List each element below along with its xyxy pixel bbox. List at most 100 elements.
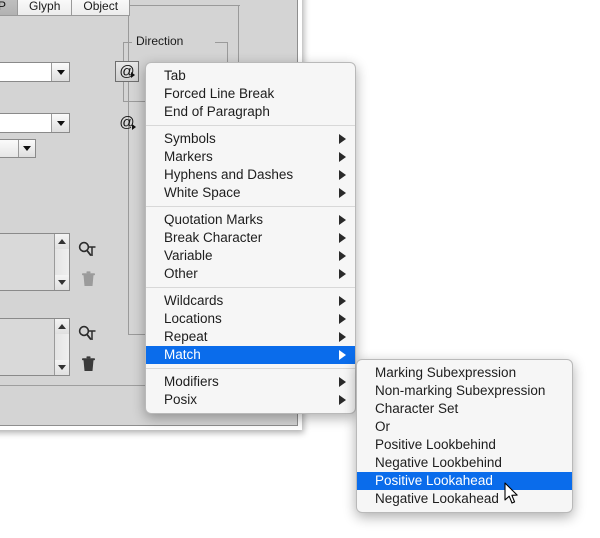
menu-item-quotation-marks[interactable]: Quotation Marks xyxy=(146,211,355,229)
menu-item-label: Symbols xyxy=(164,131,216,146)
submenu-arrow-icon xyxy=(339,269,346,279)
tab-glyph[interactable]: Glyph xyxy=(18,0,73,16)
menu-item-posix[interactable]: Posix xyxy=(146,391,355,409)
menu-item-label: Or xyxy=(375,419,390,434)
submenu-arrow-icon xyxy=(339,170,346,180)
submenu-arrow-icon xyxy=(339,134,346,144)
submenu-arrow-icon xyxy=(339,296,346,306)
menu-item-symbols[interactable]: Symbols xyxy=(146,130,355,148)
menu-item-label: White Space xyxy=(164,185,241,200)
trash-icon xyxy=(81,355,95,371)
tab-grep[interactable]: GREP xyxy=(0,0,19,16)
menu-item-label: Posix xyxy=(164,392,198,407)
submenu-arrow-icon xyxy=(339,188,346,198)
menu-item-white-space[interactable]: White Space xyxy=(146,184,355,202)
search-scope-combo[interactable] xyxy=(0,139,36,158)
menu-item-modifiers[interactable]: Modifiers xyxy=(146,373,355,391)
menu-item-label: Markers xyxy=(164,149,213,164)
submenu-arrow-icon xyxy=(339,314,346,324)
menu-item-marking-subexpression[interactable]: Marking Subexpression xyxy=(357,364,572,382)
clear-change-format-button[interactable] xyxy=(77,354,99,374)
trash-icon xyxy=(81,270,95,286)
find-format-icon xyxy=(78,241,95,256)
listbox-scrollbar[interactable] xyxy=(54,319,69,375)
submenu-arrow-icon xyxy=(339,377,346,387)
menu-separator xyxy=(146,125,355,126)
menu-item-or[interactable]: Or xyxy=(357,418,572,436)
menu-item-match[interactable]: Match xyxy=(146,346,355,364)
menu-item-markers[interactable]: Markers xyxy=(146,148,355,166)
submenu-arrow-icon xyxy=(339,251,346,261)
menu-separator xyxy=(146,206,355,207)
menu-item-forced-line-break[interactable]: Forced Line Break xyxy=(146,85,355,103)
listbox-scrollbar[interactable] xyxy=(54,234,69,290)
menu-item-label: Repeat xyxy=(164,329,208,344)
submenu-arrow-icon xyxy=(339,332,346,342)
menu-item-label: Break Character xyxy=(164,230,263,245)
menu-item-non-marking-subexpression[interactable]: Non-marking Subexpression xyxy=(357,382,572,400)
find-what-combo[interactable] xyxy=(0,62,70,82)
menu-item-other[interactable]: Other xyxy=(146,265,355,283)
scroll-down-button[interactable] xyxy=(55,275,69,290)
menu-item-negative-lookahead[interactable]: Negative Lookahead xyxy=(357,490,572,508)
menu-item-label: Quotation Marks xyxy=(164,212,264,227)
find-format-options-button[interactable] xyxy=(76,239,98,259)
submenu-arrow-icon xyxy=(339,350,346,360)
menu-item-repeat[interactable]: Repeat xyxy=(146,328,355,346)
menu-item-break-character[interactable]: Break Character xyxy=(146,229,355,247)
menu-item-label: Positive Lookahead xyxy=(375,473,493,488)
scroll-up-button[interactable] xyxy=(55,234,69,249)
submenu-arrow-icon xyxy=(339,215,346,225)
menu-item-label: Marking Subexpression xyxy=(375,365,517,380)
menu-item-label: Variable xyxy=(164,248,213,263)
find-format-listbox[interactable] xyxy=(0,233,70,291)
menu-item-label: Tab xyxy=(164,68,186,83)
menu-item-end-of-paragraph[interactable]: End of Paragraph xyxy=(146,103,355,121)
menu-item-label: End of Paragraph xyxy=(164,104,270,119)
change-format-options-button[interactable] xyxy=(76,323,98,343)
match-submenu[interactable]: Marking Subexpression Non-marking Subexpr… xyxy=(356,359,573,513)
clear-find-format-button[interactable] xyxy=(77,269,99,289)
special-characters-menu[interactable]: Tab Forced Line Break End of Paragraph Symb… xyxy=(145,62,356,414)
menu-item-hyphens-and-dashes[interactable]: Hyphens and Dashes xyxy=(146,166,355,184)
menu-item-positive-lookbehind[interactable]: Positive Lookbehind xyxy=(357,436,572,454)
change-format-listbox[interactable] xyxy=(0,318,70,376)
menu-item-label: Other xyxy=(164,266,198,281)
menu-item-negative-lookbehind[interactable]: Negative Lookbehind xyxy=(357,454,572,472)
menu-item-label: Negative Lookahead xyxy=(375,491,499,506)
submenu-arrow-icon xyxy=(339,233,346,243)
submenu-arrow-icon xyxy=(339,152,346,162)
menu-item-label: Modifiers xyxy=(164,374,219,389)
menu-item-label: Match xyxy=(164,347,201,362)
menu-item-locations[interactable]: Locations xyxy=(146,310,355,328)
menu-item-positive-lookahead[interactable]: Positive Lookahead xyxy=(357,472,572,490)
menu-item-variable[interactable]: Variable xyxy=(146,247,355,265)
screenshot-root: GREP Glyph Object Direction @ @ xyxy=(0,0,600,538)
chevron-down-icon[interactable] xyxy=(51,114,69,132)
menu-item-wildcards[interactable]: Wildcards xyxy=(146,292,355,310)
menu-item-label: Positive Lookbehind xyxy=(375,437,496,452)
search-mode-tabs[interactable]: GREP Glyph Object xyxy=(0,0,131,16)
menu-item-label: Forced Line Break xyxy=(164,86,275,101)
submenu-arrow-icon xyxy=(339,395,346,405)
menu-item-label: Negative Lookbehind xyxy=(375,455,502,470)
find-special-character-button[interactable]: @ xyxy=(115,61,139,82)
menu-item-label: Character Set xyxy=(375,401,459,416)
menu-item-tab[interactable]: Tab xyxy=(146,67,355,85)
direction-label: Direction xyxy=(132,34,188,48)
change-to-combo[interactable] xyxy=(0,113,70,133)
chevron-down-icon[interactable] xyxy=(18,140,35,157)
menu-separator xyxy=(146,287,355,288)
menu-item-label: Hyphens and Dashes xyxy=(164,167,294,182)
chevron-down-icon[interactable] xyxy=(51,63,69,81)
scroll-down-button[interactable] xyxy=(55,360,69,375)
menu-item-label: Locations xyxy=(164,311,222,326)
find-format-icon xyxy=(78,325,95,340)
scroll-up-button[interactable] xyxy=(55,319,69,334)
menu-separator xyxy=(146,368,355,369)
tab-object[interactable]: Object xyxy=(72,0,131,16)
menu-item-label: Wildcards xyxy=(164,293,224,308)
change-special-character-button[interactable]: @ xyxy=(115,112,139,133)
menu-item-character-set[interactable]: Character Set xyxy=(357,400,572,418)
menu-item-label: Non-marking Subexpression xyxy=(375,383,546,398)
